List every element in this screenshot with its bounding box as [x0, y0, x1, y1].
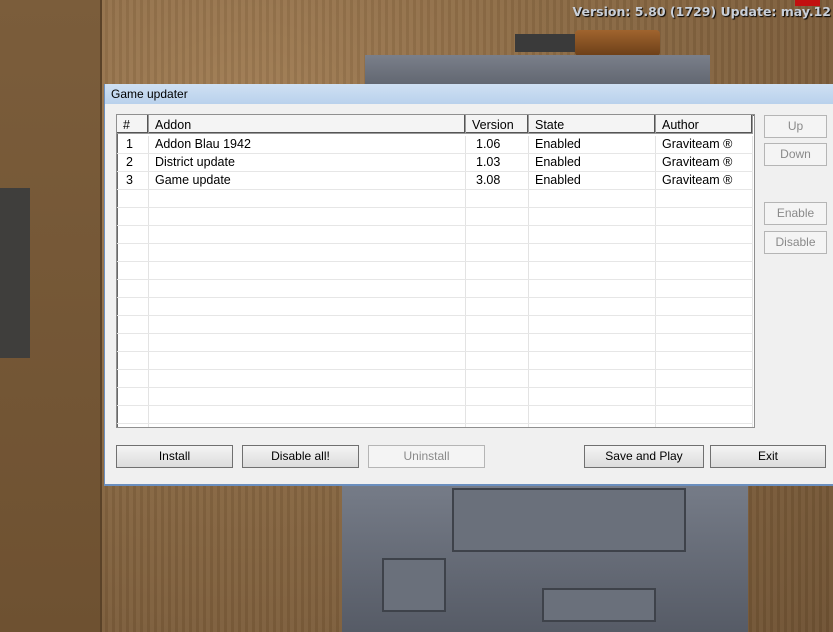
- empty-row: [117, 280, 753, 298]
- empty-row: [117, 370, 753, 388]
- window-titlebar[interactable]: Game updater: [105, 84, 833, 104]
- game-updater-window: Game updater # Addon Version State Autho…: [104, 84, 833, 486]
- column-header-number[interactable]: #: [117, 115, 149, 134]
- empty-row: [117, 298, 753, 316]
- cell-addon: Addon Blau 1942: [155, 137, 251, 151]
- tank-turret-mechanism: [452, 488, 686, 552]
- cell-addon: District update: [155, 155, 235, 169]
- list-header: # Addon Version State Author: [117, 115, 753, 136]
- empty-row: [117, 208, 753, 226]
- version-info: Version: 5.80 (1729) Update: may.12: [572, 4, 831, 19]
- cell-number: 2: [126, 155, 133, 169]
- background-dark-strip: [0, 188, 30, 358]
- uninstall-button[interactable]: Uninstall: [368, 445, 485, 468]
- tank-hull-bottom: [342, 480, 748, 632]
- save-and-play-button[interactable]: Save and Play: [584, 445, 704, 468]
- column-header-author[interactable]: Author: [656, 115, 753, 134]
- cell-author: Graviteam ®: [662, 137, 733, 151]
- cell-state: Enabled: [535, 173, 581, 187]
- cell-state: Enabled: [535, 155, 581, 169]
- cell-version: 1.03: [476, 155, 501, 169]
- empty-row: [117, 352, 753, 370]
- down-button[interactable]: Down: [764, 143, 827, 166]
- table-row[interactable]: 1 Addon Blau 1942 1.06 Enabled Graviteam…: [117, 136, 753, 154]
- cell-state: Enabled: [535, 137, 581, 151]
- table-row[interactable]: 2 District update 1.03 Enabled Graviteam…: [117, 154, 753, 172]
- window-title: Game updater: [111, 87, 188, 101]
- exit-button[interactable]: Exit: [710, 445, 826, 468]
- empty-row: [117, 226, 753, 244]
- tank-hull-plate: [542, 588, 656, 622]
- disable-button[interactable]: Disable: [764, 231, 827, 254]
- cell-addon: Game update: [155, 173, 231, 187]
- tank-exhaust-pipe: [575, 30, 660, 56]
- up-button[interactable]: Up: [764, 115, 827, 138]
- addon-list[interactable]: # Addon Version State Author 1 Addon Bla…: [116, 114, 755, 428]
- empty-row: [117, 316, 753, 334]
- empty-row: [117, 262, 753, 280]
- cell-version: 1.06: [476, 137, 501, 151]
- empty-row: [117, 244, 753, 262]
- tank-hull-plate: [382, 558, 446, 612]
- column-header-state[interactable]: State: [529, 115, 656, 134]
- list-rows: 1 Addon Blau 1942 1.06 Enabled Graviteam…: [117, 136, 753, 424]
- cell-author: Graviteam ®: [662, 155, 733, 169]
- disable-all-button[interactable]: Disable all!: [242, 445, 359, 468]
- install-button[interactable]: Install: [116, 445, 233, 468]
- empty-row: [117, 190, 753, 208]
- enable-button[interactable]: Enable: [764, 202, 827, 225]
- empty-row: [117, 334, 753, 352]
- cell-author: Graviteam ®: [662, 173, 733, 187]
- cell-version: 3.08: [476, 173, 501, 187]
- cell-number: 3: [126, 173, 133, 187]
- column-header-version[interactable]: Version: [466, 115, 529, 134]
- empty-row: [117, 406, 753, 424]
- empty-row: [117, 388, 753, 406]
- table-row[interactable]: 3 Game update 3.08 Enabled Graviteam ®: [117, 172, 753, 190]
- cell-number: 1: [126, 137, 133, 151]
- column-header-addon[interactable]: Addon: [149, 115, 466, 134]
